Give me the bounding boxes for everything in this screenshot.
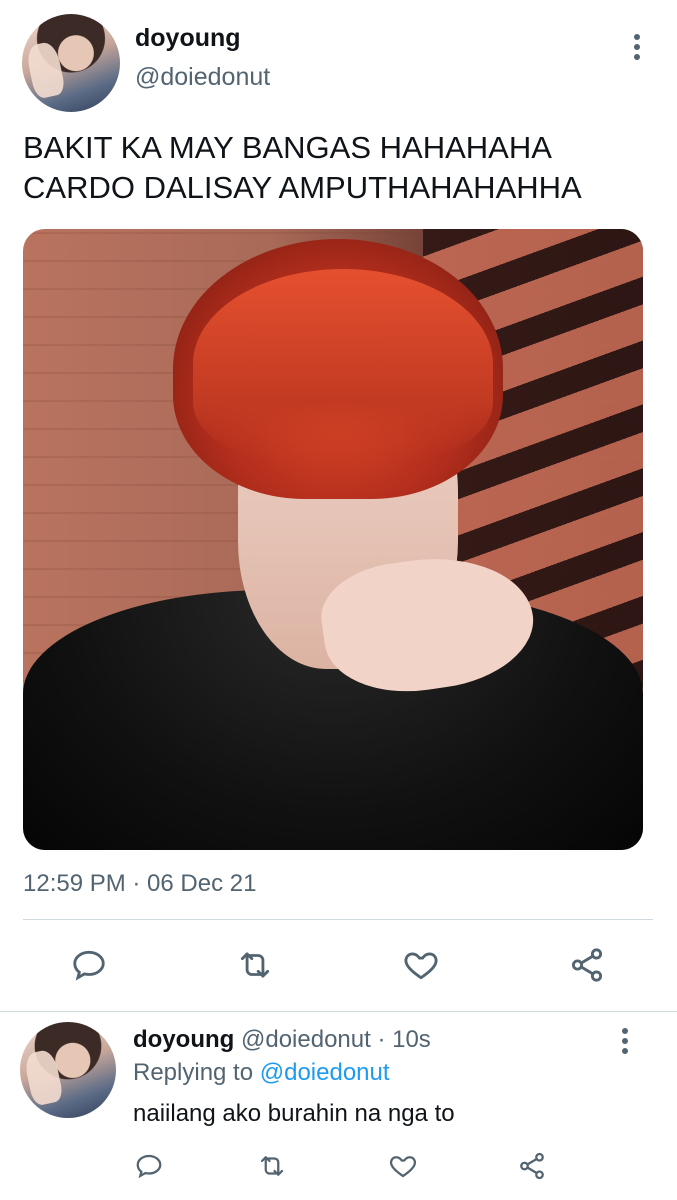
replying-to: Replying to @doiedonut [133, 1059, 390, 1087]
divider [23, 919, 653, 920]
reply-button[interactable] [70, 946, 108, 989]
reply-retweet-button[interactable] [257, 1151, 287, 1186]
replying-to-handle[interactable]: @doiedonut [260, 1059, 390, 1086]
share-icon [571, 948, 603, 982]
reply-icon [136, 1154, 162, 1179]
reply-more-vertical-icon[interactable] [621, 1028, 629, 1054]
divider [0, 1011, 677, 1012]
reply-share-button[interactable] [517, 1151, 547, 1186]
reply-handle[interactable]: @doiedonut [241, 1026, 371, 1053]
tweet-timestamp[interactable]: 12:59 PM · 06 Dec 21 [23, 870, 256, 898]
user-handle[interactable]: @doiedonut [135, 63, 270, 92]
avatar[interactable] [22, 14, 120, 112]
replying-to-label: Replying to [133, 1059, 254, 1086]
heart-icon [404, 952, 438, 980]
tweet-text: BAKIT KA MAY BANGAS HAHAHAHA CARDO DALIS… [23, 128, 582, 208]
reply-icon [73, 950, 105, 981]
reply-like-button[interactable] [388, 1151, 418, 1186]
tweet-text-line: CARDO DALISAY AMPUTHAHAHAHHA [23, 170, 582, 205]
retweet-button[interactable] [236, 946, 274, 989]
reply-reply-button[interactable] [134, 1151, 164, 1186]
reply-avatar[interactable] [20, 1022, 116, 1118]
tweet-photo[interactable] [23, 229, 643, 850]
reply-text: naiilang ako burahin na nga to [133, 1100, 455, 1127]
tweet-text-line: BAKIT KA MAY BANGAS HAHAHAHA [23, 130, 552, 165]
reply-header: doyoung @doiedonut · 10s [133, 1026, 431, 1054]
like-button[interactable] [402, 946, 440, 989]
reply-display-name[interactable]: doyoung [133, 1026, 234, 1053]
retweet-icon [240, 952, 270, 978]
share-icon [520, 1152, 544, 1180]
display-name[interactable]: doyoung [135, 24, 241, 53]
share-button[interactable] [568, 946, 606, 989]
reply-time: · 10s [377, 1026, 431, 1053]
retweet-icon [260, 1156, 284, 1176]
more-vertical-icon[interactable] [633, 34, 641, 60]
heart-icon [389, 1156, 417, 1178]
